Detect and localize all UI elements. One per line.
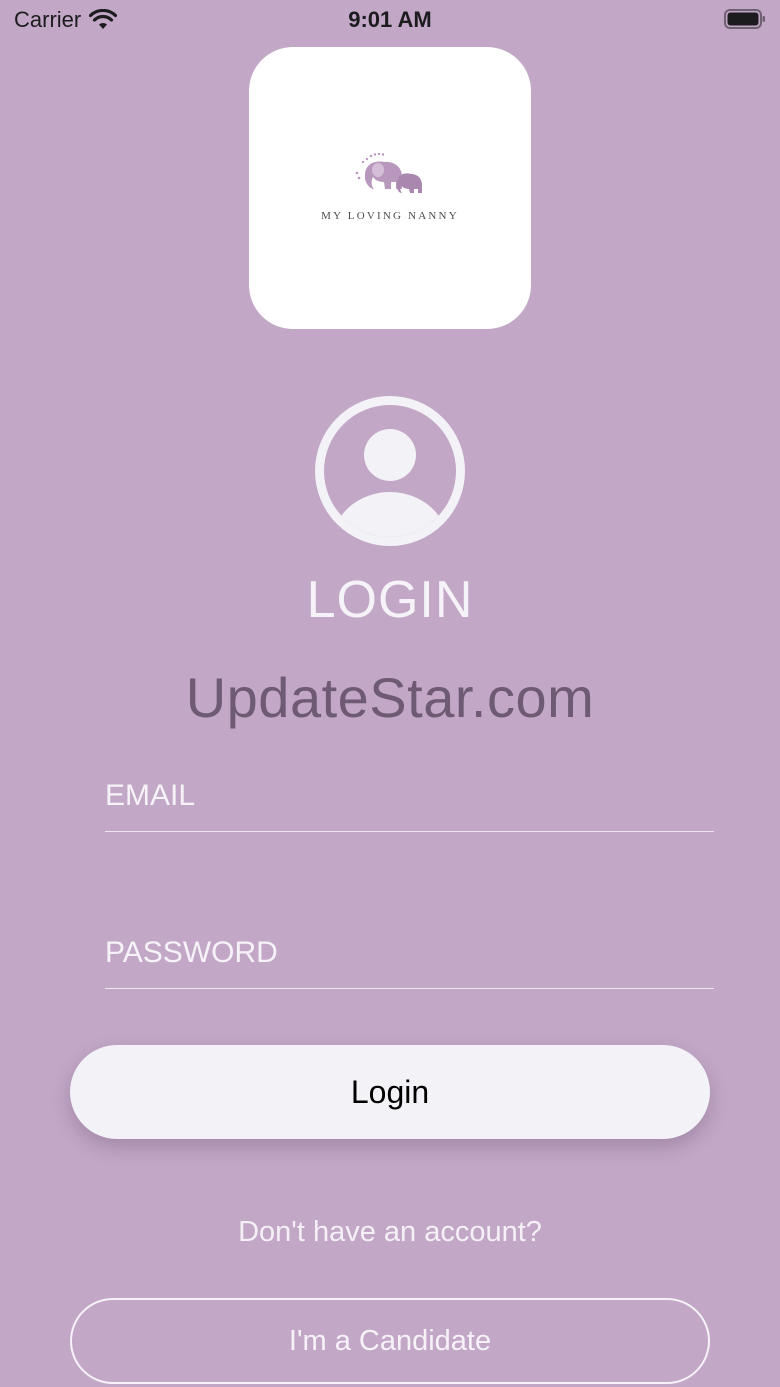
status-time: 9:01 AM (348, 7, 432, 32)
elephant-logo-icon (355, 152, 422, 193)
battery-icon (724, 9, 765, 29)
candidate-signup-button[interactable]: I'm a Candidate (70, 1298, 710, 1384)
logo-card: MY LOVING NANNY (249, 47, 531, 329)
candidate-button-label: I'm a Candidate (288, 1324, 492, 1357)
email-field (105, 771, 714, 832)
login-button-label: Login (350, 1073, 430, 1110)
email-input[interactable] (105, 779, 714, 813)
password-field (105, 928, 714, 989)
password-input[interactable] (105, 936, 714, 970)
login-button[interactable]: Login (70, 1045, 710, 1139)
page-title: LOGIN (306, 571, 474, 629)
watermark-text: UpdateStar.com (185, 666, 595, 729)
brand-name: MY LOVING NANNY (321, 210, 459, 222)
status-bar: Carrier 9:01 AM (0, 0, 780, 40)
user-circle-icon (315, 396, 465, 546)
signup-prompt: Don't have an account? (238, 1216, 542, 1248)
